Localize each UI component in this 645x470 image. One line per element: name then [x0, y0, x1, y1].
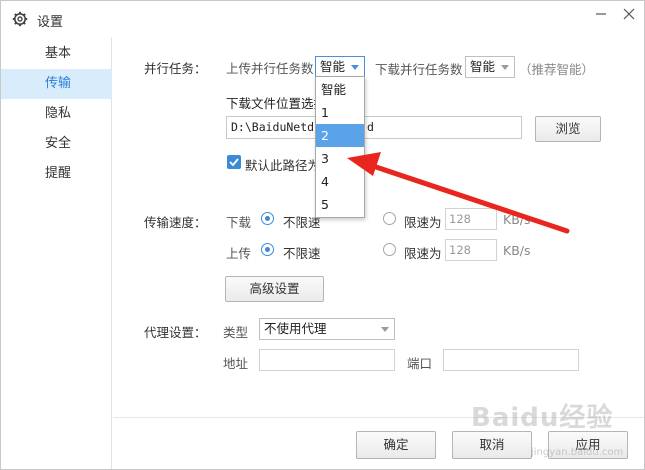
- download-parallel-select[interactable]: 智能: [465, 56, 515, 78]
- upload-limit-radio[interactable]: [383, 243, 396, 256]
- sidebar-item-security[interactable]: 安全: [1, 129, 112, 159]
- advanced-settings-button[interactable]: 高级设置: [225, 276, 324, 302]
- cancel-button[interactable]: 取消: [452, 431, 532, 459]
- proxy-address-input[interactable]: [259, 349, 395, 371]
- proxy-type-select[interactable]: 不使用代理: [259, 318, 395, 340]
- download-path-tail: d: [367, 120, 374, 134]
- download-parallel-value: 智能: [470, 59, 496, 74]
- annotation-arrow-icon: [347, 152, 570, 234]
- upload-parallel-value: 智能: [320, 59, 346, 74]
- speed-section-label: 传输速度：: [144, 215, 207, 230]
- upload-unit-label: KB/s: [503, 243, 531, 258]
- sidebar-item-transfer[interactable]: 传输: [1, 69, 112, 99]
- download-unlimited-radio[interactable]: [261, 212, 274, 225]
- window-title: 设置: [37, 15, 64, 30]
- ok-button[interactable]: 确定: [356, 431, 436, 459]
- title-bar: 设置: [1, 1, 644, 37]
- chevron-down-icon: [501, 65, 509, 70]
- checkmark-icon: [229, 158, 239, 167]
- minimize-button[interactable]: [590, 3, 612, 25]
- chevron-down-icon: [351, 65, 359, 70]
- watermark-logo: Baidu经验: [471, 403, 614, 433]
- upload-parallel-label: 上传并行任务数: [226, 61, 314, 76]
- sidebar-item-basic[interactable]: 基本: [1, 39, 112, 69]
- minimize-icon: [596, 13, 606, 15]
- proxy-address-label: 地址: [223, 356, 249, 371]
- download-speed-label: 下载: [226, 215, 252, 230]
- upload-unlimited-label: 不限速: [283, 246, 321, 261]
- proxy-port-label: 端口: [407, 356, 433, 371]
- download-path-field[interactable]: D:\BaiduNetdisk d: [226, 116, 522, 139]
- watermark-url: jingyan.baidu.com: [531, 447, 624, 458]
- download-location-label: 下载文件位置选择: [226, 96, 327, 111]
- dropdown-option-2[interactable]: 2: [316, 124, 364, 147]
- browse-button[interactable]: 浏览: [535, 116, 601, 142]
- upload-limit-label: 限速为: [404, 246, 442, 261]
- gear-icon: [12, 11, 28, 27]
- dropdown-option-1[interactable]: 1: [316, 101, 364, 124]
- default-path-checkbox[interactable]: [227, 155, 241, 169]
- close-icon: [623, 8, 635, 20]
- proxy-section-label: 代理设置：: [144, 325, 207, 340]
- sidebar-item-reminder[interactable]: 提醒: [1, 159, 112, 189]
- default-path-label: 默认此路径为: [245, 158, 321, 173]
- sidebar-item-privacy[interactable]: 隐私: [1, 99, 112, 129]
- parallel-section-label: 并行任务：: [144, 61, 207, 76]
- proxy-type-value: 不使用代理: [264, 321, 327, 336]
- proxy-type-label: 类型: [223, 325, 249, 340]
- upload-speed-label: 上传: [226, 246, 252, 261]
- upload-unlimited-radio[interactable]: [261, 243, 274, 256]
- download-parallel-label: 下载并行任务数: [375, 62, 463, 77]
- dropdown-option-smart[interactable]: 智能: [316, 78, 364, 101]
- settings-window: 设置 基本 传输 隐私 安全 提醒 并行任务： 上传并行任务数 智能 下载并行任…: [0, 0, 645, 470]
- upload-limit-input[interactable]: 128: [445, 239, 497, 261]
- chevron-down-icon: [381, 327, 389, 332]
- close-button[interactable]: [618, 3, 640, 25]
- proxy-port-input[interactable]: [443, 349, 579, 371]
- upload-parallel-select[interactable]: 智能: [315, 56, 365, 78]
- recommend-note: （推荐智能）: [519, 62, 595, 77]
- settings-sidebar: 基本 传输 隐私 安全 提醒: [1, 37, 112, 469]
